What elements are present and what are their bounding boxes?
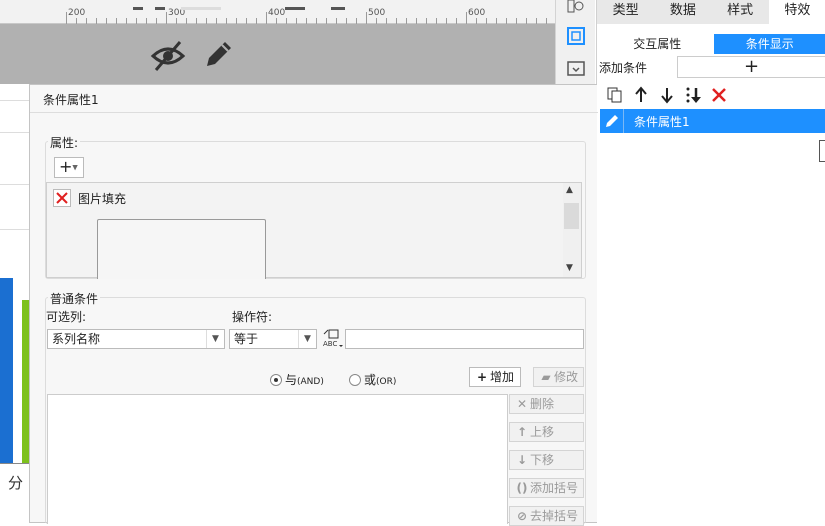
add-parenthesis-button[interactable]: ()添加括号 bbox=[509, 478, 584, 498]
radio-or[interactable]: 或(OR) bbox=[349, 371, 396, 388]
ruler-label-200: 200 bbox=[68, 8, 85, 18]
edit-condition-icon[interactable] bbox=[600, 109, 624, 133]
property-scrollbar[interactable]: ▲ ▼ bbox=[563, 183, 581, 277]
hide-eye-icon[interactable] bbox=[150, 38, 186, 74]
parenthesis-icon: () bbox=[514, 479, 530, 497]
dialog-title: 条件属性1 bbox=[43, 91, 99, 108]
plus-icon: + bbox=[474, 368, 490, 386]
add-condition-label: 添加条件 bbox=[599, 59, 647, 76]
radio-or-circle[interactable] bbox=[349, 374, 361, 386]
condition-property-dialog: 条件属性1 属性: +▼ 图片填充 ▲ ▼ 普通条件 可选列: 操作符: 系列名… bbox=[29, 84, 597, 523]
arrow-down-icon: ↓ bbox=[514, 451, 530, 469]
radio-and-label: 与 bbox=[285, 373, 297, 387]
tab-style[interactable]: 样式 bbox=[712, 0, 769, 24]
column-label: 可选列: bbox=[46, 308, 86, 325]
condition-rule-list[interactable] bbox=[47, 394, 508, 524]
tab-data[interactable]: 数据 bbox=[654, 0, 711, 24]
property-list: 图片填充 ▲ ▼ bbox=[46, 182, 582, 278]
reorder-icon[interactable] bbox=[683, 86, 703, 106]
condition-list-item[interactable]: 条件属性1 bbox=[600, 109, 825, 133]
move-down-icon[interactable] bbox=[657, 86, 677, 106]
add-property-button[interactable]: +▼ bbox=[54, 157, 84, 178]
column-select[interactable]: 系列名称 ▼ bbox=[47, 329, 225, 349]
operator-select[interactable]: 等于 ▼ bbox=[229, 329, 317, 349]
move-up-icon[interactable] bbox=[631, 86, 651, 106]
edit-button-label: 修改 bbox=[554, 370, 578, 384]
remove-parenthesis-icon: ⊘ bbox=[514, 507, 530, 525]
condition-toolbar bbox=[605, 86, 729, 106]
panel-tabs: 类型 数据 样式 特效 bbox=[597, 0, 825, 24]
tab-type[interactable]: 类型 bbox=[597, 0, 654, 24]
plus-label: + bbox=[59, 157, 72, 176]
edit-condition-rule-button[interactable]: ▰修改 bbox=[533, 367, 584, 387]
column-select-value: 系列名称 bbox=[52, 332, 100, 346]
condition-value-input[interactable] bbox=[345, 329, 584, 349]
dialog-title-divider bbox=[30, 112, 598, 113]
dropdown-arrow-icon: ▼ bbox=[72, 164, 77, 172]
remove-parenthesis-button[interactable]: ⊘去掉括号 bbox=[509, 506, 584, 526]
delete-rule-button[interactable]: ✕删除 bbox=[509, 394, 584, 414]
ruler-label-600: 600 bbox=[468, 8, 485, 18]
radio-and-sub: (AND) bbox=[297, 377, 324, 387]
delete-property-icon[interactable] bbox=[53, 189, 71, 207]
info-icon[interactable] bbox=[566, 0, 586, 20]
operator-select-value: 等于 bbox=[234, 332, 258, 346]
delete-button-label: 删除 bbox=[530, 397, 554, 411]
subtab-conditional-display[interactable]: 条件显示 bbox=[714, 34, 825, 54]
add-condition-rule-button[interactable]: +增加 bbox=[469, 367, 521, 387]
scroll-down-icon[interactable]: ▼ bbox=[566, 263, 573, 273]
remove-paren-label: 去掉括号 bbox=[530, 509, 578, 523]
radio-or-sub: (OR) bbox=[376, 377, 396, 387]
move-rule-down-button[interactable]: ↓下移 bbox=[509, 450, 584, 470]
add-button-label: 增加 bbox=[490, 370, 514, 384]
chevron-down-icon[interactable]: ▼ bbox=[298, 330, 316, 348]
chart-partial-label: 分 bbox=[8, 472, 23, 493]
radio-and-circle[interactable] bbox=[270, 374, 282, 386]
tab-effects[interactable]: 特效 bbox=[769, 0, 825, 24]
clipped-control bbox=[819, 140, 825, 162]
property-group-label: 属性: bbox=[48, 134, 80, 151]
property-panel: 类型 数据 样式 特效 交互属性 条件显示 添加条件 + 条件属性1 bbox=[596, 0, 825, 523]
panel-icon[interactable] bbox=[566, 59, 586, 79]
scroll-up-icon[interactable]: ▲ bbox=[566, 185, 573, 195]
up-button-label: 上移 bbox=[530, 425, 554, 439]
panel-subtabs: 交互属性 条件显示 bbox=[601, 34, 825, 54]
chart-toolbar-band bbox=[0, 24, 555, 84]
arrow-up-icon: ↑ bbox=[514, 423, 530, 441]
ruler-label-500: 500 bbox=[368, 8, 385, 18]
delete-icon[interactable] bbox=[709, 86, 729, 106]
chart-axis-line bbox=[0, 463, 30, 464]
condition-item-label: 条件属性1 bbox=[634, 113, 690, 130]
add-condition-button[interactable]: + bbox=[677, 56, 825, 78]
copy-icon[interactable] bbox=[605, 86, 625, 106]
image-preview-box[interactable] bbox=[97, 219, 266, 279]
chart-bar-blue bbox=[0, 278, 13, 463]
ruler-toolbar-fragment bbox=[125, 0, 355, 4]
edit-pencil-icon[interactable] bbox=[203, 38, 235, 70]
value-type-icon[interactable]: ABC bbox=[322, 328, 344, 350]
add-paren-label: 添加括号 bbox=[530, 481, 578, 495]
close-icon: ✕ bbox=[514, 395, 530, 413]
normal-condition-label: 普通条件 bbox=[48, 290, 100, 307]
property-item-label: 图片填充 bbox=[78, 190, 126, 207]
scrollbar-thumb[interactable] bbox=[564, 203, 579, 229]
move-rule-up-button[interactable]: ↑上移 bbox=[509, 422, 584, 442]
frame-icon[interactable] bbox=[566, 26, 586, 46]
operator-label: 操作符: bbox=[232, 308, 272, 325]
radio-or-label: 或 bbox=[364, 373, 376, 387]
down-button-label: 下移 bbox=[530, 453, 554, 467]
subtab-interaction[interactable]: 交互属性 bbox=[601, 34, 714, 54]
chevron-down-icon[interactable]: ▼ bbox=[206, 330, 224, 348]
svg-text:ABC: ABC bbox=[323, 340, 337, 348]
radio-and[interactable]: 与(AND) bbox=[270, 371, 324, 388]
edit-icon: ▰ bbox=[538, 368, 554, 386]
